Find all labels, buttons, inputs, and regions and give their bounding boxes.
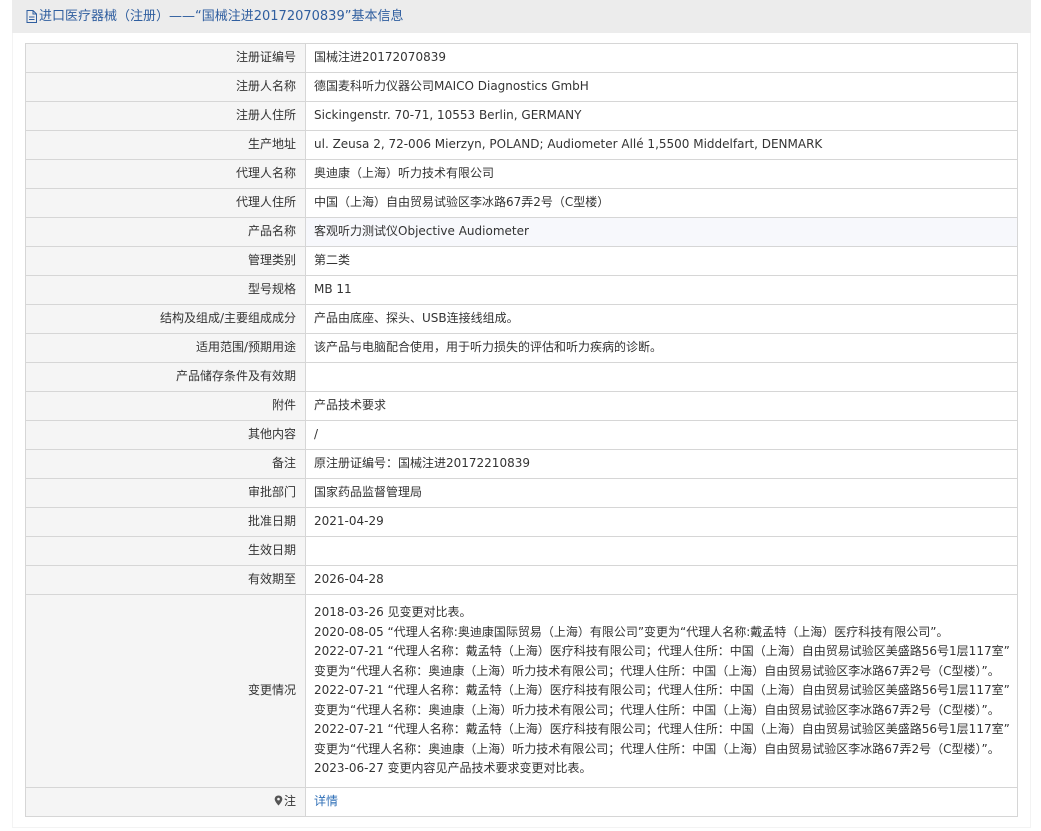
row-label: 注册证编号 xyxy=(25,43,306,73)
change-history-label: 变更情况 xyxy=(25,594,306,788)
row-label: 代理人名称 xyxy=(25,159,306,189)
row-label: 附件 xyxy=(25,391,306,421)
change-history-line: 2020-08-05 “代理人名称:奥迪康国际贸易（上海）有限公司”变更为“代理… xyxy=(314,624,949,639)
table-row: 型号规格 MB 11 xyxy=(25,275,1018,305)
note-value-cell: 详情 xyxy=(305,787,1018,817)
table-row: 生产地址 ul. Zeusa 2, 72-006 Mierzyn, POLAND;… xyxy=(25,130,1018,160)
table-row: 生效日期 xyxy=(25,536,1018,566)
row-label: 备注 xyxy=(25,449,306,479)
row-label: 管理类别 xyxy=(25,246,306,276)
change-history-line: 2022-07-21 “代理人名称：戴孟特（上海）医疗科技有限公司；代理人住所：… xyxy=(314,644,1010,659)
row-value: / xyxy=(305,420,1018,450)
row-value: 第二类 xyxy=(305,246,1018,276)
row-label: 批准日期 xyxy=(25,507,306,537)
table-row: 管理类别 第二类 xyxy=(25,246,1018,276)
content-panel: 注册证编号 国械注进20172070839 注册人名称 德国麦科听力仪器公司MAICO… xyxy=(13,33,1030,827)
note-label-cell: 注 xyxy=(25,787,306,817)
row-value: 产品技术要求 xyxy=(305,391,1018,421)
row-value xyxy=(305,362,1018,392)
row-value: ul. Zeusa 2, 72-006 Mierzyn, POLAND; Aud… xyxy=(305,130,1018,160)
change-history-line: 2023-06-27 变更内容见产品技术要求变更对比表。 xyxy=(314,761,592,776)
row-value: 客观听力测试仪Objective Audiometer xyxy=(305,217,1018,247)
table-row: 代理人住所 中国（上海）自由贸易试验区李冰路67弄2号（C型楼） xyxy=(25,188,1018,218)
row-label: 型号规格 xyxy=(25,275,306,305)
note-label: 注 xyxy=(283,794,296,809)
row-value: 2021-04-29 xyxy=(305,507,1018,537)
note-row: 注 详情 xyxy=(25,787,1018,817)
row-label: 产品名称 xyxy=(25,217,306,247)
table-row: 注册证编号 国械注进20172070839 xyxy=(25,43,1018,73)
row-value: 原注册证编号：国械注进20172210839 xyxy=(305,449,1018,479)
row-label: 注册人住所 xyxy=(25,101,306,131)
change-history-line: 2018-03-26 见变更对比表。 xyxy=(314,605,472,620)
row-label: 有效期至 xyxy=(25,565,306,595)
row-value: 该产品与电脑配合使用，用于听力损失的评估和听力疾病的诊断。 xyxy=(305,333,1018,363)
change-history-line: 变更为“代理人名称：奥迪康（上海）听力技术有限公司；代理人住所：中国（上海）自由… xyxy=(314,702,1000,717)
title-bar: 进口医疗器械（注册）——“国械注进20172070839”基本信息 xyxy=(12,0,1031,33)
row-value: 国家药品监督管理局 xyxy=(305,478,1018,508)
table-row: 注册人名称 德国麦科听力仪器公司MAICO Diagnostics GmbH xyxy=(25,72,1018,102)
pin-icon xyxy=(274,795,283,806)
table-row: 有效期至 2026-04-28 xyxy=(25,565,1018,595)
table-row: 审批部门 国家药品监督管理局 xyxy=(25,478,1018,508)
row-value: 中国（上海）自由贸易试验区李冰路67弄2号（C型楼） xyxy=(305,188,1018,218)
row-value: MB 11 xyxy=(305,275,1018,305)
change-history-line: 变更为“代理人名称：奥迪康（上海）听力技术有限公司；代理人住所：中国（上海）自由… xyxy=(314,663,1000,678)
table-row: 代理人名称 奥迪康（上海）听力技术有限公司 xyxy=(25,159,1018,189)
row-value: 国械注进20172070839 xyxy=(305,43,1018,73)
change-history-line: 变更为“代理人名称：奥迪康（上海）听力技术有限公司；代理人住所：中国（上海）自由… xyxy=(314,741,1000,756)
row-label: 适用范围/预期用途 xyxy=(25,333,306,363)
row-value: 产品由底座、探头、USB连接线组成。 xyxy=(305,304,1018,334)
table-row: 产品名称 客观听力测试仪Objective Audiometer xyxy=(25,217,1018,247)
row-label: 结构及组成/主要组成成分 xyxy=(25,304,306,334)
row-label: 生产地址 xyxy=(25,130,306,160)
info-table: 注册证编号 国械注进20172070839 注册人名称 德国麦科听力仪器公司MAICO… xyxy=(25,43,1018,817)
table-row: 结构及组成/主要组成成分 产品由底座、探头、USB连接线组成。 xyxy=(25,304,1018,334)
table-row: 附件 产品技术要求 xyxy=(25,391,1018,421)
row-value: 奥迪康（上海）听力技术有限公司 xyxy=(305,159,1018,189)
change-history-value: 2018-03-26 见变更对比表。 2020-08-05 “代理人名称:奥迪康国… xyxy=(305,594,1018,788)
row-label: 审批部门 xyxy=(25,478,306,508)
row-value: Sickingenstr. 70-71, 10553 Berlin, GERMA… xyxy=(305,101,1018,131)
row-value: 2026-04-28 xyxy=(305,565,1018,595)
row-label: 代理人住所 xyxy=(25,188,306,218)
row-label: 生效日期 xyxy=(25,536,306,566)
row-label: 其他内容 xyxy=(25,420,306,450)
page-title-text: 进口医疗器械（注册）——“国械注进20172070839”基本信息 xyxy=(39,9,404,24)
row-value xyxy=(305,536,1018,566)
table-row: 注册人住所 Sickingenstr. 70-71, 10553 Berlin, … xyxy=(25,101,1018,131)
row-label: 产品储存条件及有效期 xyxy=(25,362,306,392)
page-frame: 进口医疗器械（注册）——“国械注进20172070839”基本信息 注册证编号国… xyxy=(12,0,1031,828)
document-icon xyxy=(26,10,37,23)
page-title: 进口医疗器械（注册）——“国械注进20172070839”基本信息 xyxy=(26,8,403,26)
change-history-line: 2022-07-21 “代理人名称：戴孟特（上海）医疗科技有限公司；代理人住所：… xyxy=(314,683,1010,698)
table-row: 适用范围/预期用途 该产品与电脑配合使用，用于听力损失的评估和听力疾病的诊断。 xyxy=(25,333,1018,363)
change-history-line: 2022-07-21 “代理人名称：戴孟特（上海）医疗科技有限公司；代理人住所：… xyxy=(314,722,1010,737)
details-link[interactable]: 详情 xyxy=(314,794,338,808)
table-row: 批准日期 2021-04-29 xyxy=(25,507,1018,537)
row-label: 注册人名称 xyxy=(25,72,306,102)
table-row: 产品储存条件及有效期 xyxy=(25,362,1018,392)
row-value: 德国麦科听力仪器公司MAICO Diagnostics GmbH xyxy=(305,72,1018,102)
table-row: 其他内容 / xyxy=(25,420,1018,450)
table-row: 备注 原注册证编号：国械注进20172210839 xyxy=(25,449,1018,479)
change-history-row: 变更情况 2018-03-26 见变更对比表。 2020-08-05 “代理人名称:… xyxy=(25,594,1018,788)
